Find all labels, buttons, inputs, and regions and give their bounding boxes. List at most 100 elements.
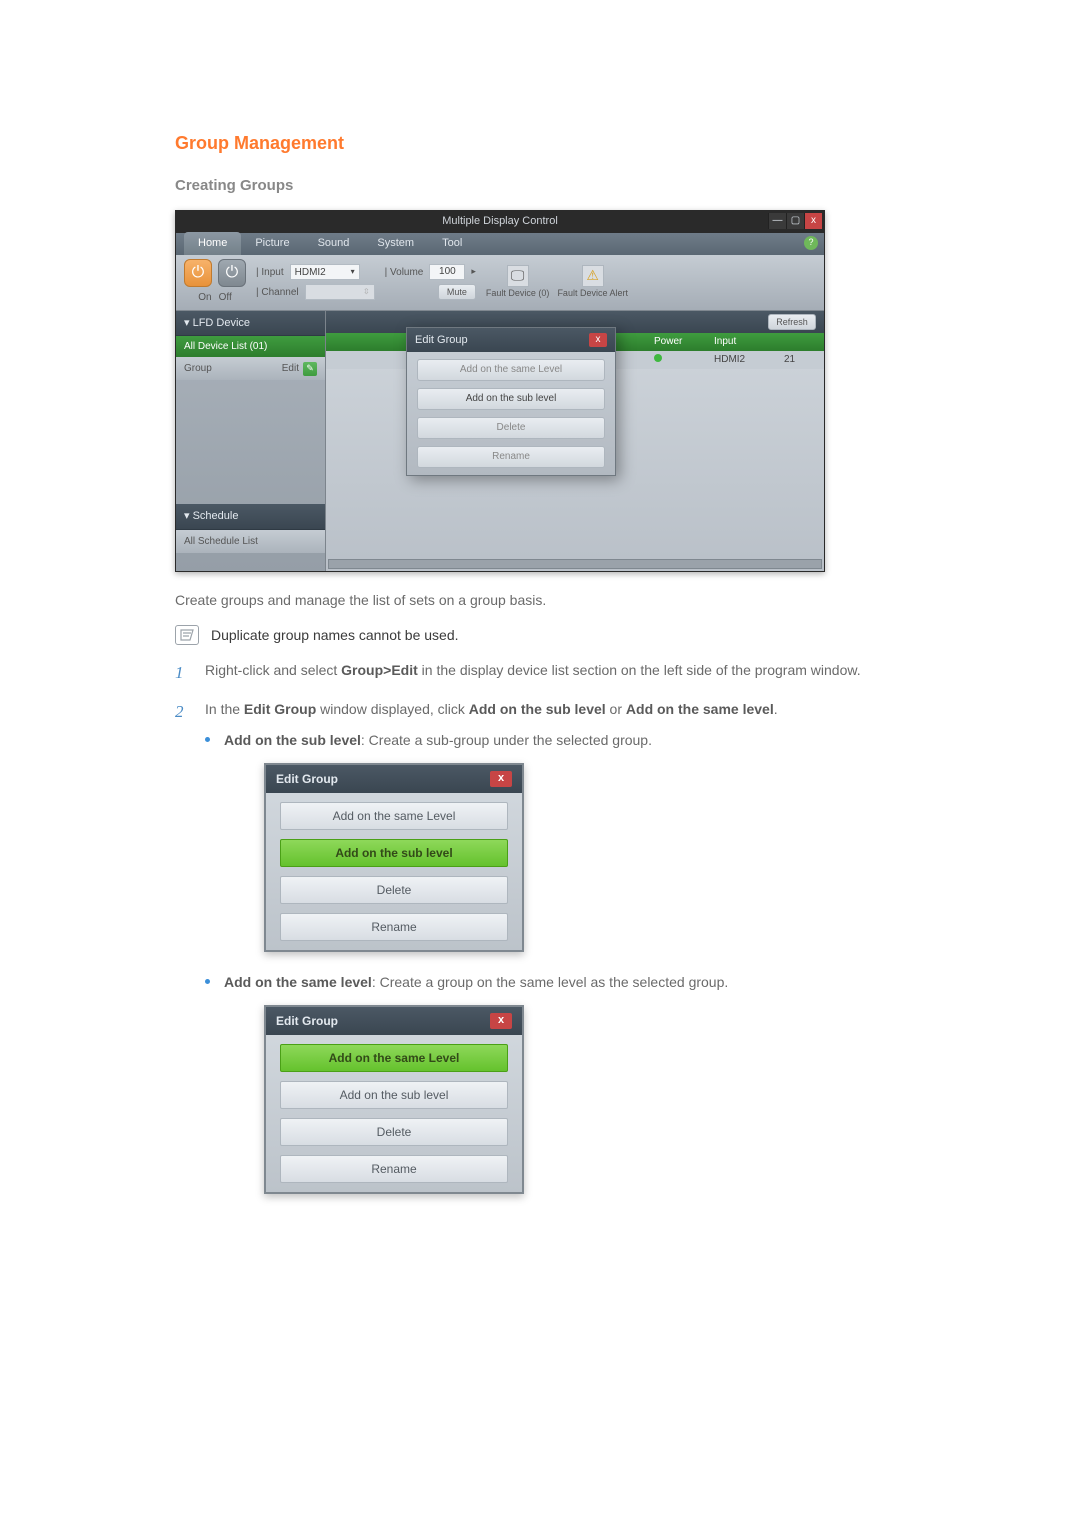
- power-off-button[interactable]: ⏻: [218, 259, 246, 287]
- channel-label: | Channel: [256, 285, 299, 300]
- bullet-same-level: Add on the same level: Create a group on…: [205, 972, 905, 1200]
- step1-bold: Group>Edit: [341, 662, 418, 678]
- menu-sound[interactable]: Sound: [304, 232, 364, 255]
- popup-titlebar: Edit Group x: [407, 328, 615, 353]
- fault-device-icon[interactable]: 🖵: [507, 265, 529, 287]
- menu-bar: Home Picture Sound System Tool ?: [176, 233, 824, 255]
- mdc-app-window: Multiple Display Control — ▢ x Home Pict…: [175, 210, 825, 572]
- volume-value[interactable]: 100: [429, 264, 465, 280]
- sidebar-all-devices[interactable]: All Device List (01): [176, 336, 325, 357]
- intro-text: Create groups and manage the list of set…: [175, 590, 905, 611]
- steps-list: 1 Right-click and select Group>Edit in t…: [175, 660, 905, 1215]
- dialog-add-same-button[interactable]: Add on the same Level: [280, 802, 508, 830]
- dialog-close-button[interactable]: x: [490, 771, 512, 787]
- power-status-indicator: [654, 354, 662, 362]
- menu-system[interactable]: System: [363, 232, 428, 255]
- off-label: Off: [219, 290, 232, 305]
- dialog-add-sub-button[interactable]: Add on the sub level: [280, 1081, 508, 1109]
- popup-title-text: Edit Group: [415, 332, 468, 349]
- input-select[interactable]: HDMI2 ▾: [290, 264, 360, 280]
- channel-select: ⇳: [305, 284, 375, 300]
- on-label: On: [198, 290, 211, 305]
- cell-count: 21: [776, 352, 803, 367]
- step-number: 1: [175, 660, 189, 686]
- menu-home[interactable]: Home: [184, 232, 241, 255]
- sidebar-all-schedule[interactable]: All Schedule List: [176, 530, 325, 553]
- step2-bold3: Add on the same level: [626, 701, 774, 717]
- popup-close-button[interactable]: x: [589, 333, 607, 347]
- subsection-heading: Creating Groups: [175, 175, 905, 198]
- power-on-button[interactable]: ⏻: [184, 259, 212, 287]
- dialog-rename-button[interactable]: Rename: [280, 913, 508, 941]
- fault-device-label: Fault Device (0): [486, 289, 550, 299]
- window-title: Multiple Display Control: [442, 213, 558, 230]
- mute-button[interactable]: Mute: [438, 284, 476, 300]
- menu-tool[interactable]: Tool: [428, 232, 476, 255]
- step-1: 1 Right-click and select Group>Edit in t…: [175, 660, 905, 686]
- app-body: ▾ LFD Device All Device List (01) Group …: [176, 311, 824, 571]
- sidebar-group-row: Group Edit ✎: [176, 357, 325, 380]
- dialog-titlebar: Edit Group x: [266, 765, 522, 793]
- window-titlebar: Multiple Display Control — ▢ x: [176, 211, 824, 233]
- col-power: Power: [646, 334, 706, 349]
- note-text: Duplicate group names cannot be used.: [211, 625, 459, 646]
- edit-label: Edit: [282, 361, 299, 376]
- step2-bold2: Add on the sub level: [469, 701, 606, 717]
- dialog-add-sub-button[interactable]: Add on the sub level: [280, 839, 508, 867]
- group-label: Group: [184, 361, 212, 376]
- dialog-delete-button[interactable]: Delete: [280, 1118, 508, 1146]
- step-2: 2 In the Edit Group window displayed, cl…: [175, 699, 905, 1214]
- popup-add-sub-button[interactable]: Add on the sub level: [417, 388, 605, 410]
- step-number: 2: [175, 699, 189, 1214]
- dialog-close-button[interactable]: x: [490, 1013, 512, 1029]
- popup-add-same-button[interactable]: Add on the same Level: [417, 359, 605, 381]
- edit-group-popup: Edit Group x Add on the same Level Add o…: [406, 327, 616, 477]
- sidebar-schedule-header[interactable]: ▾ Schedule: [176, 504, 325, 530]
- help-icon[interactable]: ?: [804, 236, 818, 250]
- popup-delete-button[interactable]: Delete: [417, 417, 605, 439]
- step1-text-a: Right-click and select: [205, 662, 341, 678]
- window-controls: — ▢ x: [768, 213, 822, 229]
- bullet2-bold: Add on the same level: [224, 974, 372, 990]
- toolbar: ⏻ ⏻ On Off | Input HDMI2 ▾ | Channel: [176, 255, 824, 311]
- edit-group-dialog-sub: Edit Group x Add on the same Level Add o…: [264, 763, 524, 952]
- bullet-icon: [205, 737, 210, 742]
- fault-alert-label: Fault Device Alert: [557, 289, 628, 299]
- dialog-title: Edit Group: [276, 770, 338, 788]
- step1-text-b: in the display device list section on th…: [418, 662, 861, 678]
- sidebar: ▾ LFD Device All Device List (01) Group …: [176, 311, 326, 571]
- section-heading: Group Management: [175, 130, 905, 157]
- cell-input: HDMI2: [706, 352, 776, 367]
- dialog-add-same-button[interactable]: Add on the same Level: [280, 1044, 508, 1072]
- dialog-titlebar: Edit Group x: [266, 1007, 522, 1035]
- bullet-sub-level: Add on the sub level: Create a sub-group…: [205, 730, 905, 958]
- volume-play-icon[interactable]: ▸: [471, 265, 476, 279]
- note-icon: [175, 625, 199, 645]
- dialog-delete-button[interactable]: Delete: [280, 876, 508, 904]
- menu-picture[interactable]: Picture: [241, 232, 303, 255]
- bullet1-text: : Create a sub-group under the selected …: [361, 732, 652, 748]
- step2-text-b: window displayed, click: [316, 701, 469, 717]
- volume-label: | Volume: [385, 265, 424, 280]
- edit-group-dialog-same: Edit Group x Add on the same Level Add o…: [264, 1005, 524, 1194]
- bullet1-bold: Add on the sub level: [224, 732, 361, 748]
- dialog-title: Edit Group: [276, 1012, 338, 1030]
- chevron-down-icon: ▾: [351, 266, 355, 278]
- sub-bullet-list: Add on the sub level: Create a sub-group…: [205, 730, 905, 1200]
- stepper-icon: ⇳: [363, 286, 370, 298]
- refresh-button[interactable]: Refresh: [768, 314, 816, 330]
- maximize-button[interactable]: ▢: [786, 213, 804, 229]
- col-input: Input: [706, 334, 776, 349]
- bullet2-text: : Create a group on the same level as th…: [372, 974, 728, 990]
- close-button[interactable]: x: [804, 213, 822, 229]
- sidebar-lfd-header[interactable]: ▾ LFD Device: [176, 311, 325, 337]
- edit-group-button[interactable]: ✎: [303, 362, 317, 376]
- popup-rename-button[interactable]: Rename: [417, 446, 605, 468]
- dialog-rename-button[interactable]: Rename: [280, 1155, 508, 1183]
- bullet-icon: [205, 979, 210, 984]
- fault-alert-icon[interactable]: ⚠: [582, 265, 604, 287]
- step2-text-d: .: [774, 701, 778, 717]
- minimize-button[interactable]: —: [768, 213, 786, 229]
- step2-text-a: In the: [205, 701, 244, 717]
- input-label: | Input: [256, 265, 284, 280]
